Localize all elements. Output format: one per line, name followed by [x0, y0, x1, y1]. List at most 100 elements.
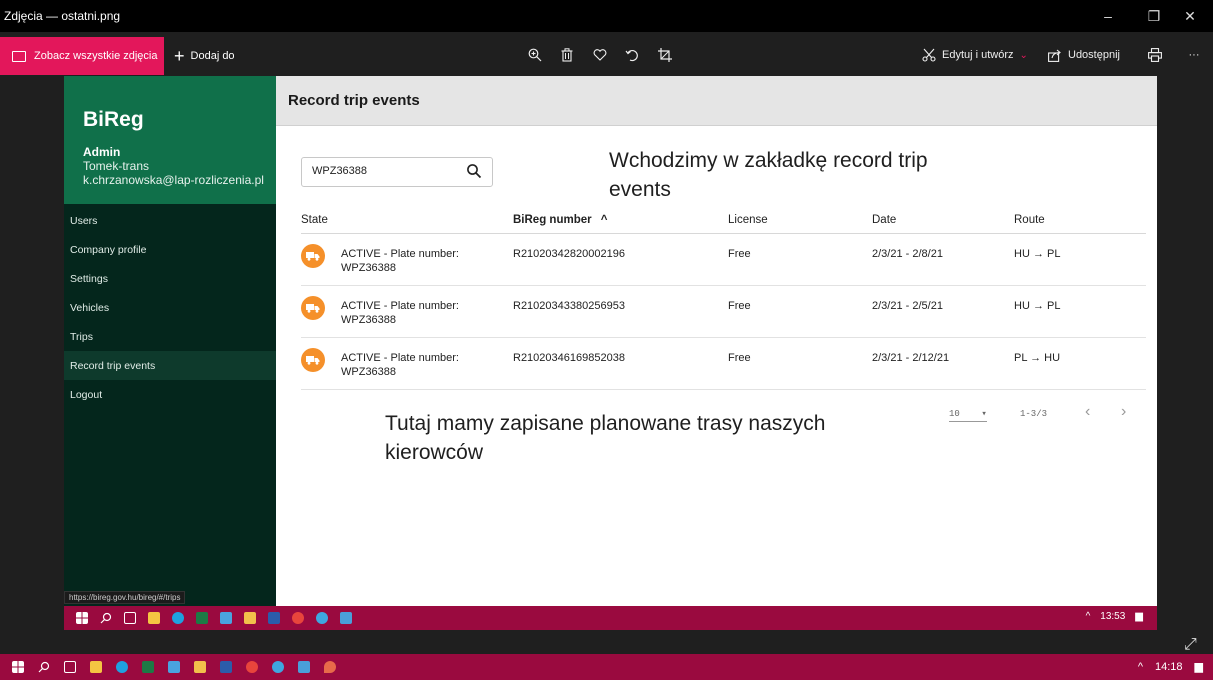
share-icon — [1048, 49, 1061, 62]
sidebar-item-settings[interactable]: Settings — [64, 264, 276, 293]
edit-create-button[interactable]: Edytuj i utwórz ⌄ — [922, 42, 1028, 68]
windows-start-icon[interactable] — [76, 612, 88, 624]
sidebar-nav: Users Company profile Settings Vehicles … — [64, 206, 276, 409]
user-email: k.chrzanowska@lap-rozliczenia.pl — [83, 173, 264, 187]
table-row[interactable]: ACTIVE - Plate number: WPZ36388 R2102034… — [301, 338, 1146, 390]
store-icon[interactable] — [148, 612, 160, 624]
sidebar-item-logout[interactable]: Logout — [64, 380, 276, 409]
excel-icon[interactable] — [196, 612, 208, 624]
table-row[interactable]: ACTIVE - Plate number: WPZ36388 R2102034… — [301, 234, 1146, 286]
search-box — [301, 157, 493, 187]
folder-icon[interactable] — [244, 612, 256, 624]
zoom-in-icon[interactable] — [522, 42, 548, 68]
truck-icon — [301, 348, 325, 372]
column-header-route[interactable]: Route — [1014, 214, 1045, 226]
print-icon[interactable] — [1142, 42, 1168, 68]
inner-taskbar: ^ 13:53 ▆ — [64, 606, 1157, 630]
sidebar-item-company-profile[interactable]: Company profile — [64, 235, 276, 264]
main-header: Record trip events — [276, 76, 1157, 126]
add-to-button[interactable]: + Dodaj do — [174, 37, 235, 75]
sidebar-item-record-trip-events[interactable]: Record trip events — [64, 351, 276, 380]
tray-chevron-icon[interactable]: ^ — [1138, 661, 1143, 673]
photos-icon[interactable] — [298, 661, 310, 673]
word-icon[interactable] — [220, 661, 232, 673]
route-cell: HU → PL — [1014, 300, 1061, 312]
rows-per-page-select[interactable]: 10 ▾ — [949, 409, 987, 422]
word-icon[interactable] — [268, 612, 280, 624]
bireg-number-cell: R21020342820002196 — [513, 248, 625, 260]
see-all-photos-button[interactable]: Zobacz wszystkie zdjęcia — [0, 37, 164, 75]
state-status: ACTIVE - Plate number: — [341, 300, 459, 312]
column-header-license[interactable]: License — [728, 214, 768, 226]
search-icon[interactable] — [100, 612, 112, 624]
photo-icon — [12, 50, 26, 62]
date-cell: 2/3/21 - 2/12/21 — [872, 352, 950, 364]
chrome-icon[interactable] — [292, 612, 304, 624]
drop-app-icon[interactable] — [324, 661, 336, 673]
rotate-icon[interactable] — [619, 42, 645, 68]
prev-page-button[interactable]: ‹ — [1085, 403, 1090, 421]
sidebar-item-vehicles[interactable]: Vehicles — [64, 293, 276, 322]
windows-start-icon[interactable] — [12, 661, 24, 673]
bireg-number-cell: R21020343380256953 — [513, 300, 625, 312]
edge-icon[interactable] — [172, 612, 184, 624]
notification-icon[interactable]: ▆ — [1135, 611, 1143, 622]
inner-clock: 13:53 — [1100, 611, 1126, 622]
share-label: Udostępnij — [1068, 49, 1120, 61]
calendar-icon[interactable] — [220, 612, 232, 624]
column-header-bireg-number[interactable]: BiReg number ^ — [513, 214, 608, 226]
state-cell: ACTIVE - Plate number: WPZ36388 — [341, 247, 491, 275]
state-status: ACTIVE - Plate number: — [341, 352, 459, 364]
sidebar-header: BiReg Admin Tomek-trans k.chrzanowska@la… — [64, 76, 276, 204]
tray-chevron-icon[interactable]: ^ — [1086, 611, 1091, 622]
more-options-button[interactable]: ··· — [1181, 42, 1207, 68]
share-button[interactable]: Udostępnij — [1048, 42, 1120, 68]
store-icon[interactable] — [90, 661, 102, 673]
crop-icon[interactable] — [652, 42, 678, 68]
task-view-icon[interactable] — [124, 612, 136, 624]
see-all-photos-label: Zobacz wszystkie zdjęcia — [34, 50, 158, 62]
annotation-top-line1: Wchodzimy w zakładkę record trip — [609, 149, 928, 172]
heart-icon[interactable] — [587, 42, 613, 68]
app-icon[interactable] — [316, 612, 328, 624]
chrome-icon[interactable] — [246, 661, 258, 673]
chevron-down-icon: ⌄ — [1019, 49, 1028, 61]
annotation-top-line2: events — [609, 178, 671, 201]
next-page-button[interactable]: › — [1121, 403, 1126, 421]
close-button[interactable]: ✕ — [1167, 0, 1213, 32]
bireg-number-cell: R21020346169852038 — [513, 352, 625, 364]
minimize-button[interactable]: – — [1085, 0, 1131, 32]
annotation-top: Wchodzimy w zakładkę record trip events — [609, 146, 928, 204]
search-icon[interactable] — [466, 163, 482, 179]
date-cell: 2/3/21 - 2/8/21 — [872, 248, 943, 260]
table-row[interactable]: ACTIVE - Plate number: WPZ36388 R2102034… — [301, 286, 1146, 338]
license-cell: Free — [728, 300, 751, 312]
notification-icon[interactable]: ▆ — [1195, 660, 1203, 673]
excel-icon[interactable] — [142, 661, 154, 673]
annotation-bottom-line2: kierowców — [385, 441, 484, 464]
sidebar-item-trips[interactable]: Trips — [64, 322, 276, 351]
rows-per-page-value: 10 ▾ — [949, 409, 987, 422]
photos-icon[interactable] — [340, 612, 352, 624]
trash-icon[interactable] — [554, 42, 580, 68]
outer-clock: 14:18 — [1155, 660, 1183, 673]
trip-events-table: State BiReg number ^ License Date Route … — [301, 208, 1146, 390]
column-header-state[interactable]: State — [301, 214, 328, 226]
brand-logo: BiReg — [83, 108, 144, 131]
edge-icon[interactable] — [116, 661, 128, 673]
route-cell: HU → PL — [1014, 248, 1061, 260]
search-input[interactable] — [312, 165, 462, 177]
truck-icon — [301, 296, 325, 320]
route-cell: PL → HU — [1014, 352, 1061, 364]
search-icon[interactable] — [38, 661, 50, 673]
calendar-icon[interactable] — [168, 661, 180, 673]
column-header-date[interactable]: Date — [872, 214, 896, 226]
task-view-icon[interactable] — [64, 661, 76, 673]
photos-title-bar: Zdjęcia — ostatni.png – ❐ ✕ — [0, 0, 1213, 32]
folder-icon[interactable] — [194, 661, 206, 673]
expand-icon[interactable]: ⤢ — [1184, 636, 1197, 654]
add-to-label: Dodaj do — [190, 50, 235, 62]
plus-icon: + — [174, 46, 185, 66]
sidebar-item-users[interactable]: Users — [64, 206, 276, 235]
app-icon[interactable] — [272, 661, 284, 673]
